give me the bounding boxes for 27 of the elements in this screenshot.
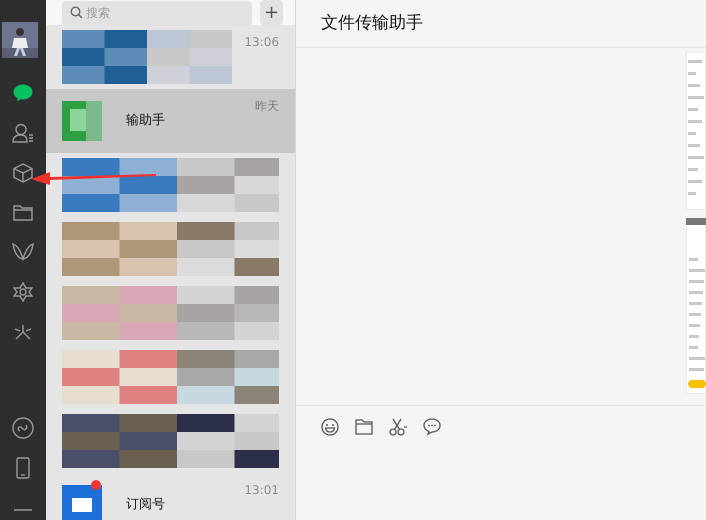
chat-name: 订阅号 (126, 496, 165, 514)
folder-icon[interactable] (355, 418, 373, 436)
avatar[interactable] (2, 22, 38, 58)
folder-icon[interactable] (13, 204, 33, 222)
chat-avatar (62, 485, 102, 520)
contacts-icon[interactable] (12, 123, 34, 144)
chat-icon[interactable] (13, 84, 33, 102)
flower-icon[interactable] (13, 282, 33, 302)
search-icon (70, 6, 83, 19)
chat-time: 昨天 (255, 98, 279, 115)
add-button[interactable]: + (260, 0, 283, 25)
search-field[interactable]: 搜索 (62, 0, 252, 26)
chat-time: 13:06 (244, 34, 279, 51)
conversation-title: 文件传输助手 (296, 0, 706, 48)
chat-bubble-icon[interactable] (423, 418, 441, 436)
phone-icon[interactable] (16, 456, 30, 479)
chat-name: 输助手 (126, 112, 165, 130)
chat-item[interactable]: 订阅号 13:01 (46, 473, 295, 520)
link-icon[interactable] (12, 417, 34, 439)
chat-time: 13:01 (244, 482, 279, 499)
chat-item[interactable]: 输助手 昨天 (46, 89, 295, 153)
emoji-icon[interactable] (321, 418, 339, 436)
cube-icon[interactable] (13, 162, 33, 183)
scissors-icon[interactable] (389, 418, 407, 436)
image-message[interactable] (686, 218, 706, 394)
chat-avatar (62, 101, 102, 141)
menu-icon[interactable] (13, 507, 33, 514)
